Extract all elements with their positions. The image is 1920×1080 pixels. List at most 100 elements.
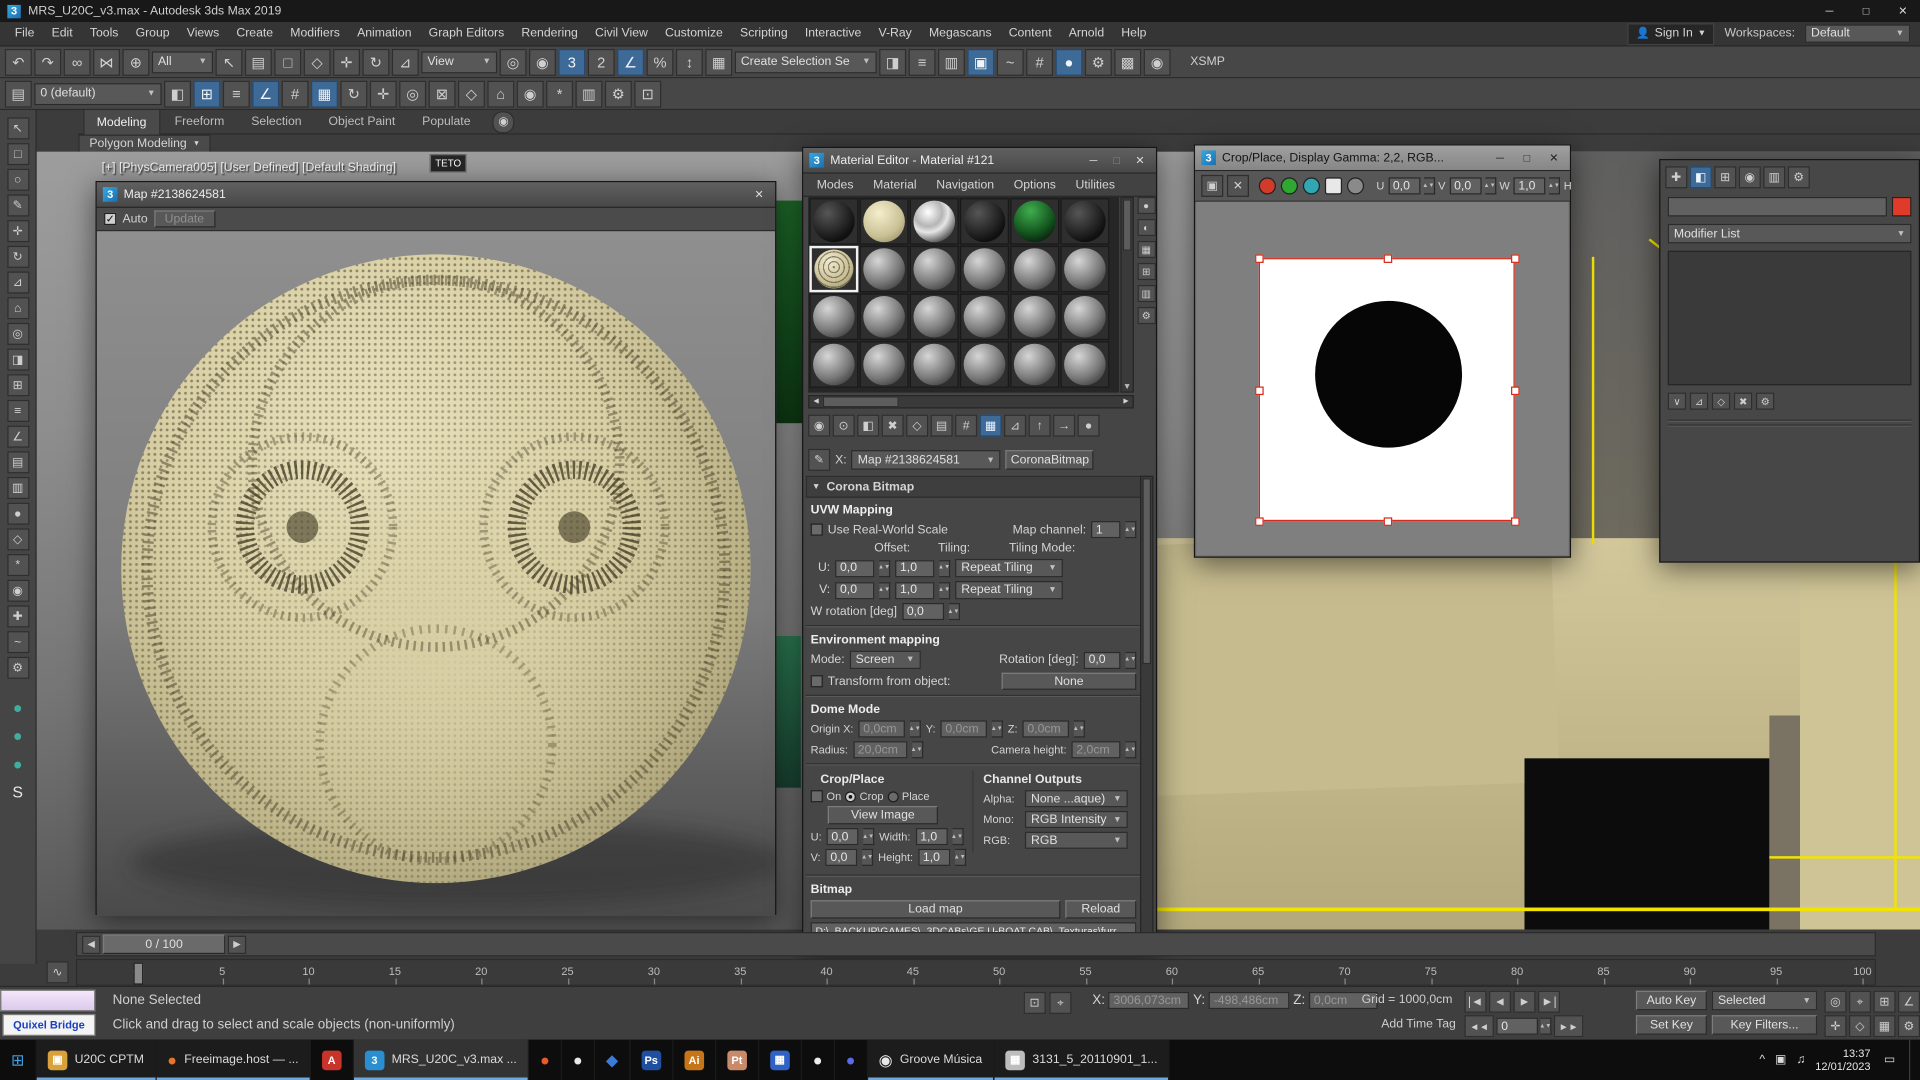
x-coord-field[interactable]: 3006,073cm — [1109, 992, 1190, 1009]
rendered-frame-window-icon[interactable]: ▩ — [1114, 48, 1141, 75]
menu-v-ray[interactable]: V-Ray — [871, 24, 919, 42]
rollout-header[interactable]: ▼Corona Bitmap — [806, 476, 1142, 498]
ribbon-tab-populate[interactable]: Populate — [410, 109, 483, 133]
me-menu-navigation[interactable]: Navigation — [928, 176, 1003, 194]
get-material-icon[interactable]: ◉ — [808, 415, 830, 437]
ribbon-tab-modeling[interactable]: Modeling — [83, 109, 160, 135]
array-tool-icon[interactable]: ⊞ — [193, 80, 220, 107]
material-editor-icon[interactable]: ● — [1056, 48, 1083, 75]
origin-y-field[interactable]: 0,0cm — [940, 720, 987, 737]
tray-chevron-icon[interactable]: ^ — [1759, 1053, 1765, 1066]
view-image-button[interactable]: View Image — [828, 806, 938, 824]
menu-tools[interactable]: Tools — [82, 24, 125, 42]
task-image-viewer[interactable]: ▦3131_5_20110901_1... — [994, 1040, 1169, 1080]
angle-snap-icon[interactable]: ∠ — [617, 48, 644, 75]
rgb-dropdown[interactable]: RGB▼ — [1025, 832, 1128, 849]
material-sample-slot[interactable] — [1010, 246, 1059, 292]
modifier-stack-listbox[interactable] — [1668, 251, 1912, 386]
layer-dropdown[interactable]: 0 (default)▼ — [34, 83, 161, 105]
select-and-link-icon[interactable]: ∞ — [64, 48, 91, 75]
window-crossing-icon[interactable]: ◇ — [304, 48, 331, 75]
space-warps-icon[interactable]: ~ — [7, 631, 29, 653]
pivot-tool-icon[interactable]: ◎ — [7, 323, 29, 345]
material-sample-slot[interactable] — [809, 198, 858, 244]
pick-material-icon[interactable]: ● — [1078, 415, 1100, 437]
array-object-icon[interactable]: ⊞ — [7, 374, 29, 396]
origin-z-field[interactable]: 0,0cm — [1022, 720, 1069, 737]
time-slider-handle[interactable]: 0 / 100 — [103, 934, 225, 954]
previous-frame-icon[interactable]: ◄ — [1489, 991, 1511, 1013]
track-bar-marker[interactable] — [133, 963, 143, 985]
reference-coordinate-dropdown[interactable]: View▼ — [421, 51, 497, 73]
named-selection-dropdown[interactable]: Create Selection Se▼ — [735, 51, 877, 73]
put-to-library-icon[interactable]: ▤ — [931, 415, 953, 437]
next-frame-arrow-icon[interactable]: ► — [228, 935, 246, 953]
maximize-window-icon[interactable]: □ — [1856, 2, 1876, 19]
helpers-category-icon[interactable]: ✚ — [7, 605, 29, 627]
transform-from-object-checkbox[interactable] — [811, 675, 823, 687]
ribbon-tab-freeform[interactable]: Freeform — [162, 109, 236, 133]
select-tool-icon[interactable]: ↖ — [7, 117, 29, 139]
palette-horizontal-scrollbar[interactable]: ◄ ► — [808, 395, 1134, 408]
select-by-name-icon[interactable]: ▤ — [245, 48, 272, 75]
menu-arnold[interactable]: Arnold — [1061, 24, 1111, 42]
sample-tiling-icon[interactable]: ⊞ — [1137, 263, 1155, 280]
scale-tool-icon[interactable]: ⊿ — [7, 272, 29, 294]
key-filters-button[interactable]: Key Filters... — [1712, 1015, 1817, 1035]
transform-object-button[interactable]: None — [1002, 673, 1137, 690]
select-object-icon[interactable]: ↖ — [216, 48, 243, 75]
background-icon[interactable]: ▦ — [1137, 241, 1155, 258]
settings-readout-icon[interactable]: ⚙ — [1898, 1015, 1920, 1037]
paint-selection-icon[interactable]: ✎ — [7, 194, 29, 216]
close-icon[interactable]: ✕ — [1544, 149, 1564, 166]
origin-x-field[interactable]: 0,0cm — [858, 720, 905, 737]
configure-modifier-sets-icon[interactable]: ⚙ — [1756, 393, 1774, 410]
unlink-selection-icon[interactable]: ⋈ — [93, 48, 120, 75]
red-channel-icon[interactable] — [1259, 177, 1276, 194]
menu-civil-view[interactable]: Civil View — [588, 24, 656, 42]
crop-field-w[interactable]: 1,0 — [1513, 177, 1545, 194]
display-panel-icon[interactable]: ▥ — [576, 80, 603, 107]
geometry-category-icon[interactable]: ● — [7, 503, 29, 525]
task-u20c-cptm[interactable]: ▣U20C CPTM — [37, 1040, 157, 1080]
crop-v-field[interactable]: 0,0 — [826, 849, 858, 866]
named-sets-icon[interactable]: ▤ — [7, 451, 29, 473]
go-to-parent-icon[interactable]: ↑ — [1029, 415, 1051, 437]
me-menu-options[interactable]: Options — [1005, 176, 1064, 194]
s-logo-icon[interactable]: S — [12, 783, 23, 801]
v-tiling-mode-dropdown[interactable]: Repeat Tiling▼ — [955, 581, 1063, 599]
key-mode-dropdown[interactable]: Selected▼ — [1712, 991, 1817, 1011]
modify-tab-icon[interactable]: ◧ — [1690, 166, 1712, 188]
spinner-icon[interactable]: ▲▼ — [1423, 177, 1434, 194]
material-sample-slot[interactable] — [860, 294, 909, 340]
menu-edit[interactable]: Edit — [44, 24, 80, 42]
task-github[interactable]: ● — [562, 1040, 595, 1080]
hierarchy-tab-icon[interactable]: ⊞ — [1714, 166, 1736, 188]
material-sample-slot[interactable] — [910, 341, 959, 387]
clear-image-icon[interactable]: ✕ — [1227, 175, 1249, 197]
me-menu-utilities[interactable]: Utilities — [1067, 176, 1124, 194]
gizmo-toggle-icon[interactable]: ⊞ — [1873, 991, 1895, 1013]
edit-named-selection-icon[interactable]: ▦ — [705, 48, 732, 75]
curve-editor-icon[interactable]: ~ — [997, 48, 1024, 75]
polygon-modeling-tab[interactable]: Polygon Modeling ▼ — [78, 134, 211, 152]
menu-help[interactable]: Help — [1114, 24, 1154, 42]
u-tiling-field[interactable]: 1,0 — [895, 560, 934, 577]
material-id-icon[interactable]: # — [955, 415, 977, 437]
palette-vertical-scrollbar[interactable]: ▼ — [1120, 197, 1133, 393]
auto-update-checkbox[interactable]: ✓ — [104, 213, 116, 225]
next-key-icon[interactable]: ►► — [1554, 1015, 1583, 1037]
map-window-titlebar[interactable]: 3 Map #2138624581 ✕ — [97, 182, 775, 208]
placement-tool-icon[interactable]: ⌂ — [7, 297, 29, 319]
material-sample-slot[interactable] — [960, 341, 1009, 387]
snaps-2d-icon[interactable]: 2 — [588, 48, 615, 75]
v-offset-field[interactable]: 0,0 — [835, 582, 874, 599]
pin-stack-icon[interactable]: ∨ — [1668, 393, 1686, 410]
material-sample-slot[interactable] — [1060, 341, 1109, 387]
u-offset-field[interactable]: 0,0 — [835, 560, 874, 577]
task-illustrator[interactable]: Ai — [673, 1040, 716, 1080]
crop-on-checkbox[interactable] — [811, 790, 823, 802]
use-selection-center-icon[interactable]: ◉ — [529, 48, 556, 75]
round-badge-icon-3[interactable]: ● — [13, 755, 23, 773]
spinner-icon[interactable]: ▲▼ — [1549, 177, 1560, 194]
